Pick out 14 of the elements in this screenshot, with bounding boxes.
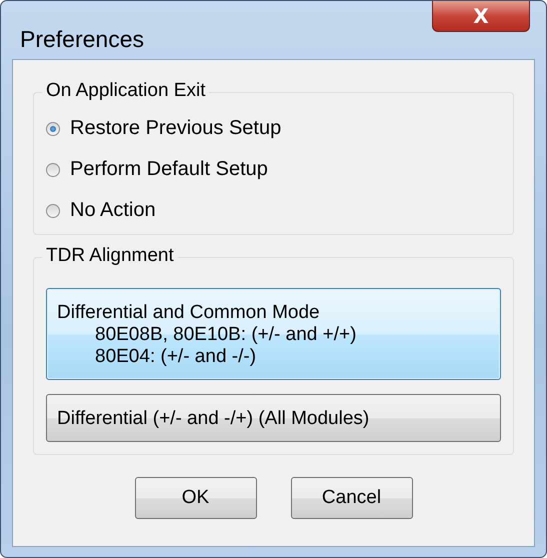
radio-button[interactable] xyxy=(46,122,60,136)
window-title: Preferences xyxy=(20,26,144,53)
radio-option[interactable]: No Action xyxy=(46,199,501,222)
group-title: TDR Alignment xyxy=(42,245,178,267)
alignment-option-button[interactable]: Differential (+/- and -/+) (All Modules) xyxy=(46,394,501,442)
radio-button[interactable] xyxy=(46,162,60,176)
ok-button[interactable]: OK xyxy=(134,477,256,519)
radio-option[interactable]: Restore Previous Setup xyxy=(46,117,501,140)
alignment-option-button[interactable]: Differential and Common Mode 80E08B, 80E10B: (+/- and +/+) 80E04: (+/- and -/-) xyxy=(46,288,501,380)
radio-button[interactable] xyxy=(46,204,60,218)
radio-option[interactable]: Perform Default Setup xyxy=(46,158,501,181)
close-button[interactable]: X xyxy=(432,1,530,32)
group-title: On Application Exit xyxy=(42,80,210,102)
cancel-button[interactable]: Cancel xyxy=(290,477,412,519)
